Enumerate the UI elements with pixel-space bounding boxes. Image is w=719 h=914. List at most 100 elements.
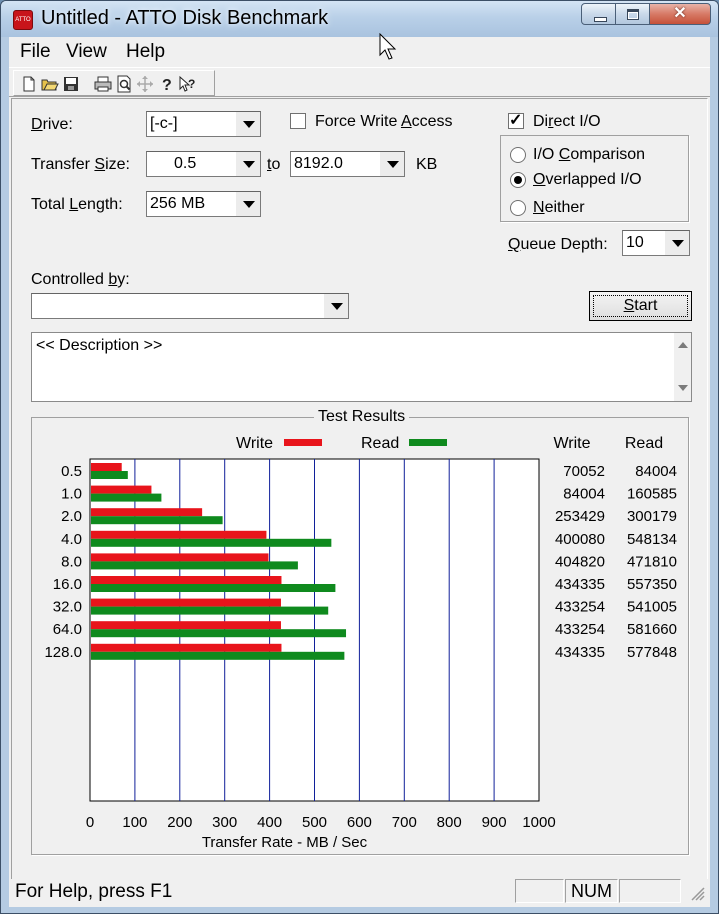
to-label: to [267, 156, 280, 174]
neither-label: Neither [533, 199, 585, 217]
menu-file[interactable]: File [20, 41, 51, 63]
move-icon[interactable] [135, 74, 155, 94]
category-label: 64.0 [53, 621, 82, 638]
toolbar: ? ? [9, 67, 710, 97]
force-write-checkbox[interactable] [290, 113, 306, 129]
to-label-post: o [271, 156, 281, 173]
neither-radio[interactable] [510, 200, 526, 216]
transfer-size-to-dropdown[interactable]: 8192.0 [290, 151, 405, 177]
drive-label-key: D [31, 116, 43, 133]
total-length-label-post: ength: [78, 196, 123, 213]
direct-io-checkbox[interactable] [508, 110, 524, 130]
write-value: 433254 [555, 599, 605, 616]
queue-depth-label-post: ueue Depth: [520, 236, 608, 253]
chevron-down-icon[interactable] [235, 112, 260, 136]
category-label: 8.0 [61, 553, 82, 570]
context-help-icon[interactable]: ? [177, 74, 197, 94]
scroll-up-icon[interactable] [678, 342, 688, 348]
resize-grip-icon[interactable] [691, 887, 705, 901]
write-value: 84004 [563, 486, 605, 503]
read-value: 581660 [627, 621, 677, 638]
bar-write [91, 576, 282, 584]
scroll-down-icon[interactable] [678, 385, 688, 391]
write-value: 70052 [563, 463, 605, 480]
bar-read [91, 538, 332, 547]
table-header-read: Read [625, 435, 663, 452]
drive-dropdown[interactable]: [-c-] [146, 111, 261, 137]
chevron-down-icon[interactable] [235, 192, 260, 216]
queue-depth-value: 10 [626, 234, 644, 251]
overlapped-io-label-key: O [533, 171, 546, 188]
caps-indicator [515, 879, 564, 903]
x-tick-label: 500 [302, 814, 327, 831]
x-tick-label: 0 [86, 814, 94, 831]
legend-swatch-read [409, 439, 447, 446]
queue-depth-label: Queue Depth: [508, 236, 608, 254]
save-icon[interactable] [61, 74, 81, 94]
legend-label-write: Write [236, 435, 273, 452]
direct-io-label: Direct I/O [533, 113, 601, 131]
menu-help[interactable]: Help [126, 41, 165, 63]
category-label: 4.0 [61, 531, 82, 548]
description-textarea[interactable]: << Description >> [31, 332, 692, 402]
chevron-down-icon[interactable] [235, 152, 260, 176]
bar-read [91, 471, 128, 479]
read-value: 471810 [627, 553, 677, 570]
io-comparison-label: I/O Comparison [533, 146, 645, 164]
menu-view[interactable]: View [66, 41, 107, 63]
minimize-button[interactable] [581, 3, 616, 25]
overlapped-io-label: Overlapped I/O [533, 171, 642, 189]
controlled-by-dropdown[interactable] [31, 293, 349, 319]
total-length-dropdown[interactable]: 256 MB [146, 191, 261, 217]
x-tick-label: 800 [437, 814, 462, 831]
bar-read [91, 516, 223, 525]
print-preview-icon[interactable] [114, 74, 134, 94]
overlapped-io-radio[interactable] [510, 172, 526, 188]
open-folder-icon[interactable] [40, 74, 60, 94]
controlled-by-label-pre: Controlled [31, 271, 109, 288]
settings-panel: Drive: [-c-] Force Write Access Direct I… [11, 98, 708, 881]
bar-write [91, 643, 282, 652]
start-button[interactable]: Start [589, 291, 692, 321]
x-tick-label: 100 [122, 814, 147, 831]
help-icon[interactable]: ? [156, 74, 176, 94]
io-comparison-radio[interactable] [510, 147, 526, 163]
read-value: 84004 [635, 463, 677, 480]
maximize-button[interactable] [615, 3, 650, 25]
bar-read [91, 584, 336, 592]
force-write-label-pre: Force Write [315, 113, 401, 130]
maximize-icon [616, 4, 649, 24]
title-bar[interactable]: ATTO Untitled - ATTO Disk Benchmark ✕ [1, 1, 718, 37]
bar-read [91, 651, 345, 660]
drive-label: Drive: [31, 116, 73, 134]
direct-io-label-post: ect I/O [553, 113, 601, 130]
x-tick-label: 1000 [522, 814, 555, 831]
category-label: 32.0 [53, 599, 82, 616]
chevron-down-icon[interactable] [379, 152, 404, 176]
close-button[interactable]: ✕ [649, 3, 711, 25]
window-title: Untitled - ATTO Disk Benchmark [41, 7, 329, 29]
transfer-size-from-dropdown[interactable]: 0.5 [146, 151, 261, 177]
transfer-size-to-value: 8192.0 [294, 155, 343, 172]
app-window: ATTO Untitled - ATTO Disk Benchmark ✕ Fi… [0, 0, 719, 914]
x-tick-label: 400 [257, 814, 282, 831]
category-label: 16.0 [53, 576, 82, 593]
chevron-down-icon[interactable] [323, 294, 348, 318]
chevron-down-icon[interactable] [664, 231, 689, 255]
toolbar-band: ? ? [13, 70, 215, 96]
print-icon[interactable] [93, 74, 113, 94]
results-chart: 0 100 200 300 400 500 600 700 800 900 1000 Transfer… [44, 435, 677, 851]
new-document-icon[interactable] [19, 74, 39, 94]
force-write-label-post: ccess [411, 113, 453, 130]
description-scrollbar[interactable] [674, 333, 691, 401]
read-value: 160585 [627, 486, 677, 503]
queue-depth-dropdown[interactable]: 10 [622, 230, 690, 256]
total-length-label-pre: Total [31, 196, 70, 213]
status-bar: For Help, press F1 NUM [9, 879, 710, 907]
mouse-cursor-icon [379, 33, 397, 60]
status-help-text: For Help, press F1 [15, 881, 173, 902]
io-comparison-label-key: C [558, 146, 571, 163]
bar-write [91, 508, 203, 517]
read-value: 557350 [627, 576, 677, 593]
atto-app-icon[interactable]: ATTO [13, 10, 33, 30]
